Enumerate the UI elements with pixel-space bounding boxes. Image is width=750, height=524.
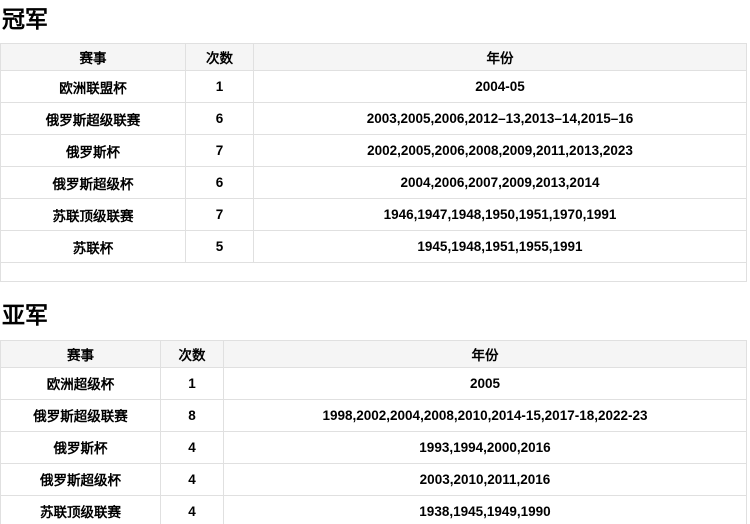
cell-years: 1998,2002,2004,2008,2010,2014-15,2017-18… bbox=[224, 399, 747, 431]
header-years: 年份 bbox=[224, 340, 747, 367]
table-row: 俄罗斯杯41993,1994,2000,2016 bbox=[1, 431, 747, 463]
runners-up-title: 亚军 bbox=[2, 303, 750, 328]
header-competition: 赛事 bbox=[1, 340, 161, 367]
table-row: 俄罗斯超级联赛81998,2002,2004,2008,2010,2014-15… bbox=[1, 399, 747, 431]
table-row: 苏联杯51945,1948,1951,1955,1991 bbox=[1, 231, 747, 263]
cell-count: 4 bbox=[161, 463, 224, 495]
header-competition: 赛事 bbox=[1, 44, 186, 71]
cell-years: 1946,1947,1948,1950,1951,1970,1991 bbox=[254, 199, 747, 231]
table-row: 俄罗斯超级杯42003,2010,2011,2016 bbox=[1, 463, 747, 495]
cell-years: 1945,1948,1951,1955,1991 bbox=[254, 231, 747, 263]
cell-years: 2005 bbox=[224, 367, 747, 399]
cell-years: 2003,2010,2011,2016 bbox=[224, 463, 747, 495]
table-row: 俄罗斯杯72002,2005,2006,2008,2009,2011,2013,… bbox=[1, 135, 747, 167]
cell-count: 1 bbox=[186, 71, 254, 103]
cell-years: 2002,2005,2006,2008,2009,2011,2013,2023 bbox=[254, 135, 747, 167]
cell-competition: 俄罗斯超级联赛 bbox=[1, 103, 186, 135]
cell-count: 4 bbox=[161, 431, 224, 463]
table-row: 俄罗斯超级杯62004,2006,2007,2009,2013,2014 bbox=[1, 167, 747, 199]
cell-competition: 苏联顶级联赛 bbox=[1, 199, 186, 231]
champions-table: 赛事 次数 年份 欧洲联盟杯12004-05俄罗斯超级联赛62003,2005,… bbox=[0, 43, 747, 282]
cell-years: 2004-05 bbox=[254, 71, 747, 103]
header-count: 次数 bbox=[161, 340, 224, 367]
cell-count: 6 bbox=[186, 167, 254, 199]
cell-years: 2004,2006,2007,2009,2013,2014 bbox=[254, 167, 747, 199]
cell-competition: 俄罗斯超级杯 bbox=[1, 463, 161, 495]
cell-count: 5 bbox=[186, 231, 254, 263]
cell-years: 1993,1994,2000,2016 bbox=[224, 431, 747, 463]
cell-competition: 俄罗斯杯 bbox=[1, 431, 161, 463]
table-header-row: 赛事 次数 年份 bbox=[1, 340, 747, 367]
cell-years: 2003,2005,2006,2012–13,2013–14,2015–16 bbox=[254, 103, 747, 135]
cell-competition: 俄罗斯超级杯 bbox=[1, 167, 186, 199]
cell-count: 8 bbox=[161, 399, 224, 431]
table-row: 俄罗斯超级联赛62003,2005,2006,2012–13,2013–14,2… bbox=[1, 103, 747, 135]
cell-count: 6 bbox=[186, 103, 254, 135]
cell-count: 4 bbox=[161, 495, 224, 524]
table-header-row: 赛事 次数 年份 bbox=[1, 44, 747, 71]
header-years: 年份 bbox=[254, 44, 747, 71]
empty-cell bbox=[1, 263, 747, 282]
champions-section: 冠军 赛事 次数 年份 欧洲联盟杯12004-05俄罗斯超级联赛62003,20… bbox=[0, 7, 750, 282]
runners-up-table: 赛事 次数 年份 欧洲超级杯12005俄罗斯超级联赛81998,2002,200… bbox=[0, 340, 747, 524]
table-row: 欧洲超级杯12005 bbox=[1, 367, 747, 399]
cell-count: 7 bbox=[186, 135, 254, 167]
cell-years: 1938,1945,1949,1990 bbox=[224, 495, 747, 524]
empty-footer-row bbox=[1, 263, 747, 282]
cell-competition: 苏联顶级联赛 bbox=[1, 495, 161, 524]
cell-competition: 苏联杯 bbox=[1, 231, 186, 263]
cell-count: 7 bbox=[186, 199, 254, 231]
cell-competition: 欧洲超级杯 bbox=[1, 367, 161, 399]
table-row: 欧洲联盟杯12004-05 bbox=[1, 71, 747, 103]
runners-up-section: 亚军 赛事 次数 年份 欧洲超级杯12005俄罗斯超级联赛81998,2002,… bbox=[0, 303, 750, 524]
table-row: 苏联顶级联赛71946,1947,1948,1950,1951,1970,199… bbox=[1, 199, 747, 231]
cell-competition: 俄罗斯杯 bbox=[1, 135, 186, 167]
cell-competition: 欧洲联盟杯 bbox=[1, 71, 186, 103]
cell-count: 1 bbox=[161, 367, 224, 399]
champions-title: 冠军 bbox=[2, 7, 750, 32]
cell-competition: 俄罗斯超级联赛 bbox=[1, 399, 161, 431]
header-count: 次数 bbox=[186, 44, 254, 71]
table-row: 苏联顶级联赛41938,1945,1949,1990 bbox=[1, 495, 747, 524]
